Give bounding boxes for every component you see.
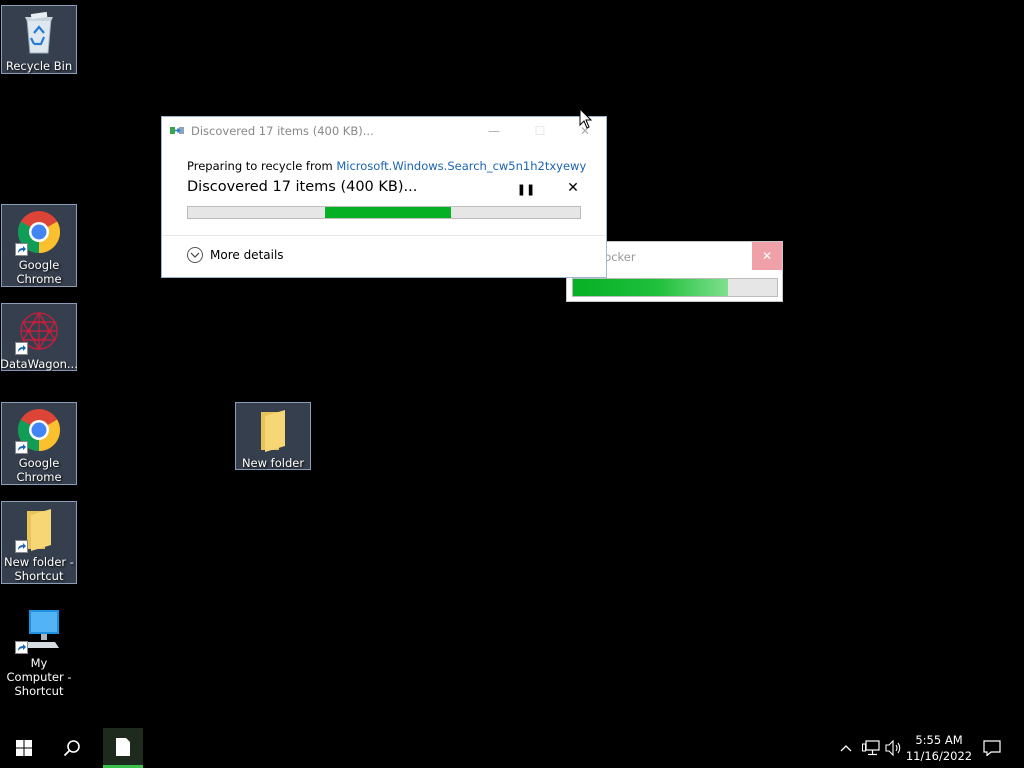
recycle-progress-dialog[interactable]: Discovered 17 items (400 KB)... — ☐ ✕ Pr… [161,116,607,278]
more-details-button[interactable]: More details [187,247,284,263]
shortcut-arrow-icon [15,540,28,553]
progress-bar [187,206,581,219]
progress-bar [572,278,778,297]
desktop-icon-label: New folder [241,456,305,470]
shortcut-arrow-icon [15,641,28,654]
source-folder-link[interactable]: Microsoft.Windows.Search_cw5n1h2txyewy [336,159,586,173]
desktop-icon-my-computer-shortcut[interactable]: My Computer - Shortcut [1,603,77,698]
taskbar: 5:55 AM 11/16/2022 [0,728,1024,768]
preparing-text: Preparing to recycle from Microsoft.Wind… [187,159,586,173]
chevron-up-icon [840,744,852,752]
search-button[interactable] [48,728,96,768]
preparing-prefix: Preparing to recycle from [187,159,337,173]
network-button[interactable] [860,728,882,768]
desktop-icon-label: DataWagon... [0,357,78,371]
desktop-icon-new-folder-shortcut[interactable]: New folder - Shortcut [1,501,77,584]
file-operation-icon [170,124,186,138]
progress-fill [573,279,729,296]
recycle-bin-icon [15,9,63,57]
maximize-button[interactable]: ☐ [517,117,563,145]
folder-icon [15,505,63,553]
taskbar-clock[interactable]: 5:55 AM 11/16/2022 [900,732,978,764]
shortcut-arrow-icon [15,441,28,454]
clock-date: 11/16/2022 [905,749,973,763]
shortcut-arrow-icon [15,342,28,355]
notification-icon [983,740,1001,756]
desktop-icon-label: Google Chrome [16,258,62,286]
windows-logo-icon [16,740,32,756]
search-icon [63,739,81,757]
folder-icon [249,406,297,454]
close-button[interactable]: ✕ [752,242,782,270]
desktop-icon-new-folder[interactable]: New folder [235,402,311,470]
desktop-icon-datawagon[interactable]: DataWagon... [0,303,78,371]
chrome-icon [15,208,63,256]
start-button[interactable] [0,728,48,768]
computer-icon [15,606,63,654]
pause-icon: ❚❚ [516,182,536,196]
desktop-icon-label: My Computer - Shortcut [6,656,72,698]
divider [162,235,606,236]
mouse-cursor-icon [579,107,593,134]
desktop-icon-google-chrome-2[interactable]: Google Chrome [1,402,77,485]
show-hidden-icons-button[interactable] [836,728,856,768]
shortcut-arrow-icon [15,243,28,256]
desktop-icon-google-chrome[interactable]: Google Chrome [1,204,77,287]
minimize-icon: — [488,124,500,138]
action-center-button[interactable] [978,728,1006,768]
desktop-icon-recycle-bin[interactable]: Recycle Bin [1,5,77,74]
status-text: Discovered 17 items (400 KB)... [187,179,418,195]
more-details-label: More details [210,248,284,262]
close-icon: ✕ [567,180,579,196]
close-icon: ✕ [761,249,773,263]
network-icon [862,740,880,756]
minimize-button[interactable]: — [471,117,517,145]
desktop-icon-label: Google Chrome [16,456,62,484]
dialog-title: Discovered 17 items (400 KB)... [191,124,374,138]
desktop-icon-label: New folder - Shortcut [4,555,74,583]
maximize-icon: ☐ [534,124,546,138]
chrome-icon [15,406,63,454]
clock-time: 5:55 AM [915,733,963,747]
chevron-down-icon [187,247,203,263]
dialog-title-bar[interactable]: Discovered 17 items (400 KB)... — ☐ ✕ [162,117,606,145]
taskbar-app-document[interactable] [103,728,143,768]
cancel-button[interactable]: ✕ [564,179,582,197]
progress-fill [325,207,451,218]
document-icon [115,737,131,757]
pause-button[interactable]: ❚❚ [517,181,535,197]
datawagon-icon [15,307,63,355]
desktop-icon-label: Recycle Bin [5,59,73,73]
